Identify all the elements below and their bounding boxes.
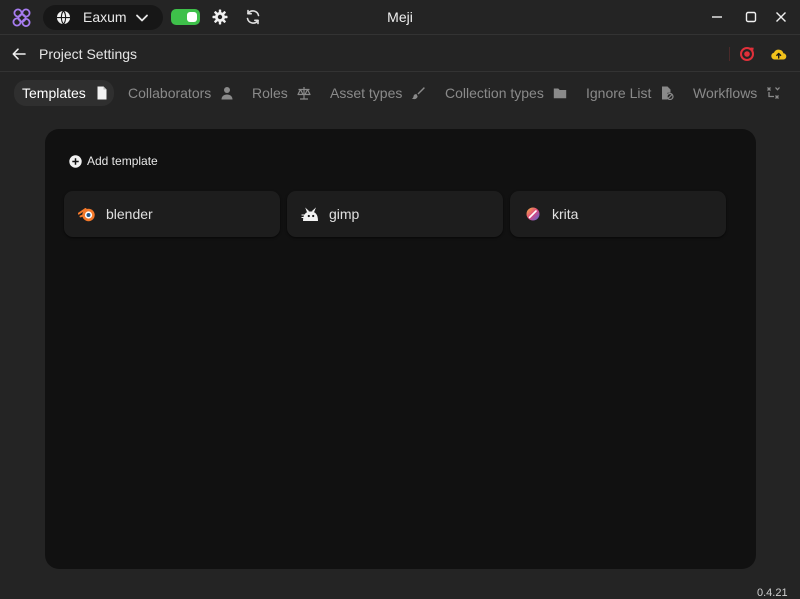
meji-logo-icon: [12, 8, 31, 27]
template-name: blender: [106, 206, 153, 222]
close-icon[interactable]: [773, 9, 789, 25]
tab-asset-types[interactable]: Asset types: [322, 80, 430, 106]
workflow-icon: [767, 87, 781, 99]
tab-label: Asset types: [330, 85, 403, 101]
tab-label: Workflows: [693, 85, 758, 101]
krita-icon: [526, 207, 540, 221]
tab-label: Ignore List: [586, 85, 652, 101]
settings-tabs: Templates Collaborators Roles Asset type…: [0, 72, 800, 114]
tab-label: Roles: [252, 85, 288, 101]
tab-templates[interactable]: Templates: [14, 80, 114, 106]
title-bar: Eaxum Meji: [0, 0, 800, 34]
file-ignore-icon: [662, 86, 674, 100]
tab-collaborators[interactable]: Collaborators: [120, 80, 238, 106]
add-template-label: Add template: [87, 154, 158, 168]
header-bar: Project Settings: [0, 34, 800, 72]
brush-icon: [412, 87, 426, 100]
sync-status-icon[interactable]: [739, 46, 755, 62]
refresh-icon[interactable]: [245, 9, 261, 25]
template-name: krita: [552, 206, 579, 222]
scale-icon: [297, 87, 311, 100]
cloud-upload-icon[interactable]: [770, 46, 787, 62]
template-card-krita[interactable]: krita: [510, 191, 726, 237]
gimp-icon: [301, 207, 318, 221]
plus-circle-icon: [69, 154, 82, 168]
tab-collection-types[interactable]: Collection types: [437, 80, 572, 106]
page-title: Project Settings: [39, 46, 138, 62]
workspace-selector[interactable]: Eaxum: [43, 5, 163, 30]
minimize-icon[interactable]: [709, 9, 725, 25]
tab-workflows[interactable]: Workflows: [685, 80, 795, 106]
tab-label: Collection types: [445, 85, 544, 101]
template-name: gimp: [329, 206, 360, 222]
chevron-down-icon: [136, 14, 148, 22]
gear-icon[interactable]: [212, 9, 228, 25]
tab-ignore-list[interactable]: Ignore List: [578, 80, 678, 106]
workspace-name: Eaxum: [83, 9, 127, 25]
header-divider: [729, 47, 730, 61]
online-toggle[interactable]: [171, 9, 200, 25]
toggle-knob: [187, 12, 197, 22]
tab-roles[interactable]: Roles: [244, 80, 316, 106]
maximize-icon[interactable]: [743, 9, 759, 25]
document-icon: [97, 86, 107, 100]
template-card-gimp[interactable]: gimp: [287, 191, 503, 237]
globe-icon: [56, 10, 71, 25]
person-icon: [221, 87, 233, 100]
tab-label: Collaborators: [128, 85, 212, 101]
add-template-button[interactable]: Add template: [69, 152, 158, 170]
back-arrow-icon[interactable]: [11, 46, 27, 62]
blender-icon: [78, 208, 95, 222]
app-version: 0.4.21: [757, 587, 788, 599]
templates-panel: Add template blender gimp krita: [45, 129, 756, 569]
folder-icon: [553, 88, 567, 99]
template-card-blender[interactable]: blender: [64, 191, 280, 237]
tab-label: Templates: [22, 85, 86, 101]
